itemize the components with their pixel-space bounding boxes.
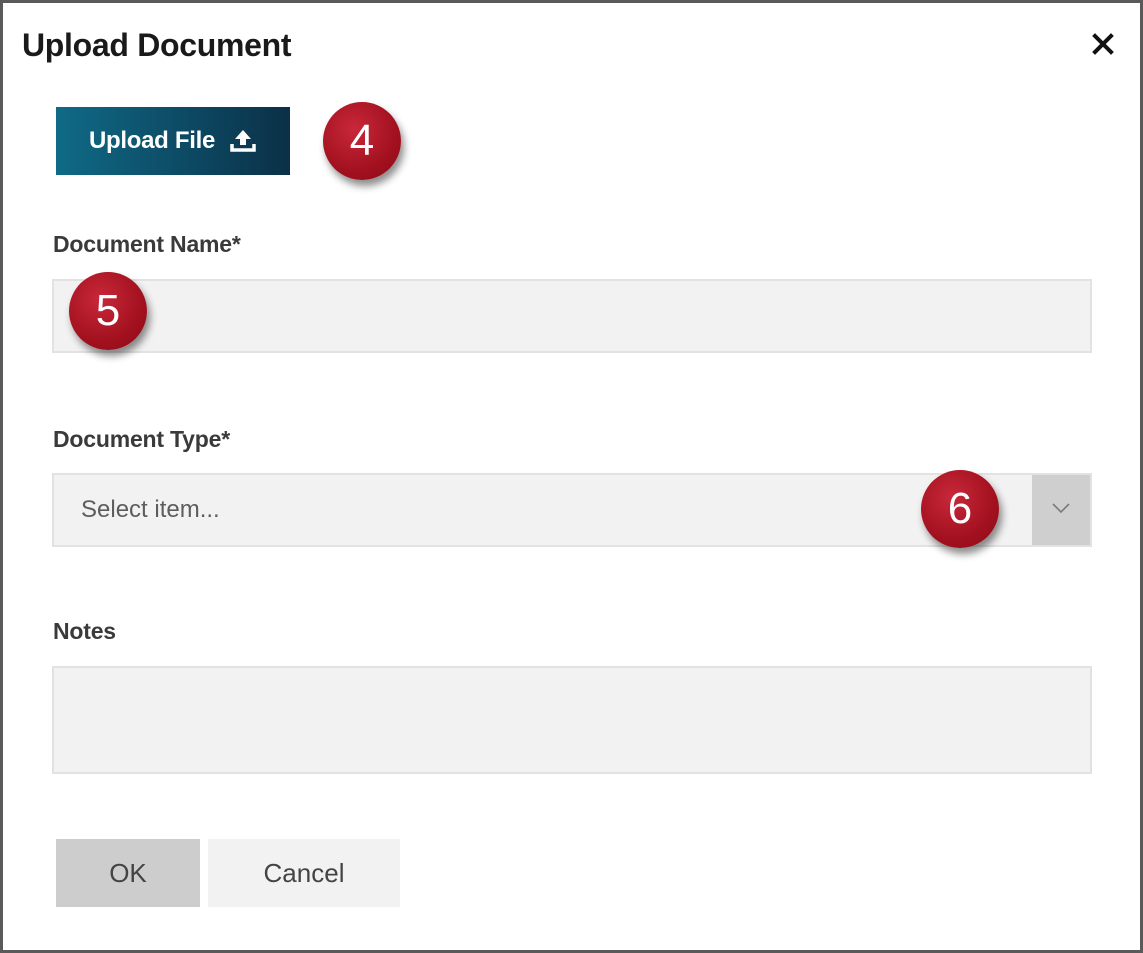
document-name-input[interactable] (54, 281, 1090, 351)
upload-file-label: Upload File (88, 127, 216, 154)
close-icon (1092, 29, 1114, 62)
callout-badge-4: 4 (323, 102, 401, 180)
chevron-down-icon (1051, 501, 1071, 519)
upload-document-dialog: Upload Document Upload File 4 Document N… (0, 0, 1143, 953)
document-type-placeholder: Select item... (81, 496, 220, 523)
callout-badge-5: 5 (69, 272, 147, 350)
document-name-label: Document Name* (53, 231, 241, 257)
cancel-button[interactable]: Cancel (208, 839, 400, 907)
callout-badge-6: 6 (921, 470, 999, 548)
close-button[interactable] (1086, 29, 1120, 63)
notes-field[interactable] (52, 666, 1092, 774)
document-type-label: Document Type* (53, 426, 230, 452)
notes-textarea[interactable] (54, 668, 1090, 772)
ok-button[interactable]: OK (56, 839, 200, 907)
upload-file-button[interactable]: Upload File (56, 107, 290, 175)
document-type-dropdown-toggle[interactable] (1032, 475, 1090, 545)
document-name-field[interactable] (52, 279, 1092, 353)
dialog-title: Upload Document (22, 27, 292, 63)
notes-label: Notes (53, 618, 116, 644)
upload-icon (229, 128, 257, 154)
